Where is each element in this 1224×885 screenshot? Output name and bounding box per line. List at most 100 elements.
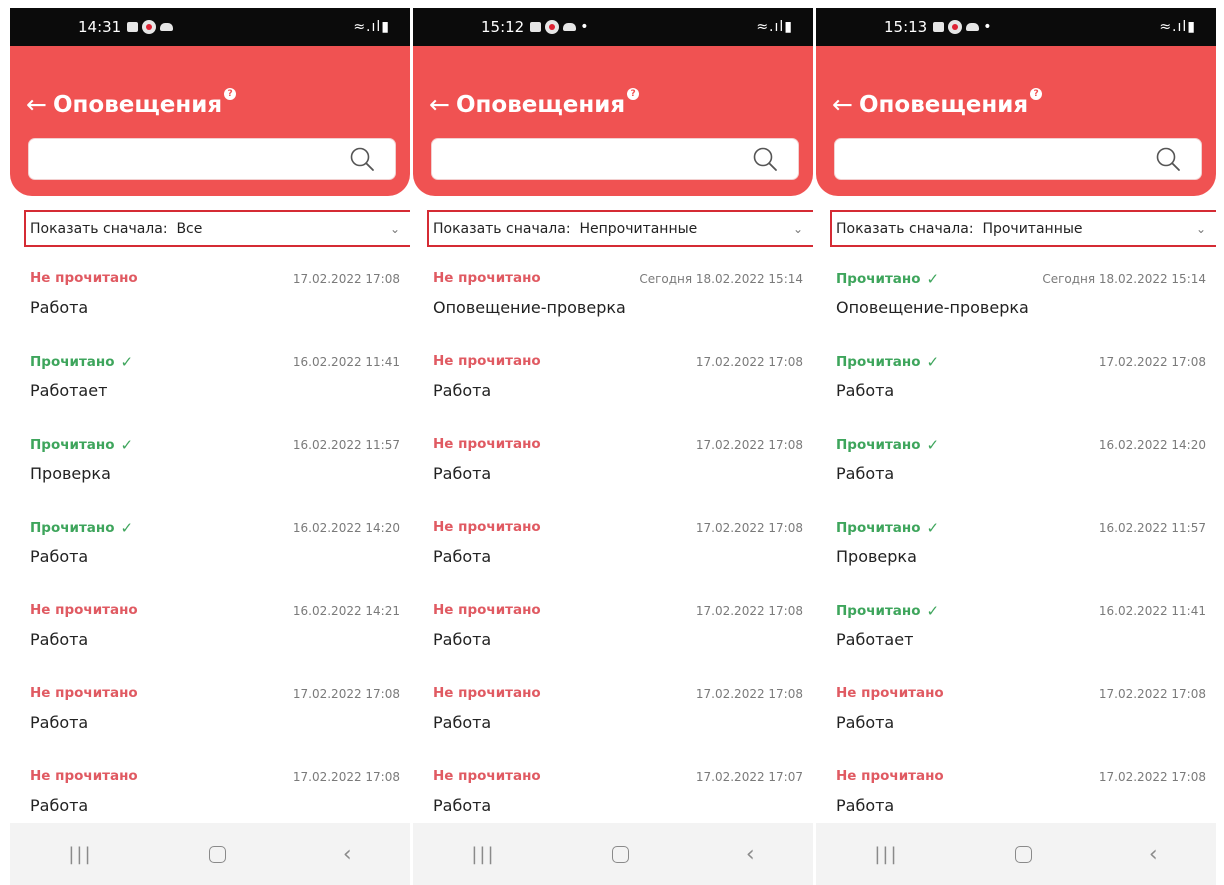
notification-item[interactable]: Не прочитано 17.02.2022 17:08 Работа xyxy=(413,341,813,424)
notification-title: Оповещение-проверка xyxy=(836,298,1029,317)
chevron-down-icon[interactable]: ⌄ xyxy=(1196,222,1206,236)
back-arrow-icon[interactable]: ← xyxy=(26,90,47,120)
notification-icons: • xyxy=(530,19,589,35)
notification-date: 17.02.2022 17:08 xyxy=(1098,770,1206,784)
notification-item[interactable]: Прочитано ✓ 16.02.2022 14:20 Работа xyxy=(10,507,410,590)
sort-filter-dropdown[interactable]: Показать сначала: Непрочитанные ⌄ xyxy=(427,210,813,247)
notification-item[interactable]: Не прочитано 17.02.2022 17:08 Работа xyxy=(413,673,813,756)
dot-icon: • xyxy=(580,19,589,35)
app-badge-icon xyxy=(142,20,157,34)
read-status: Не прочитано xyxy=(30,270,138,286)
notification-item[interactable]: Не прочитано 16.02.2022 14:21 Работа xyxy=(10,590,410,673)
notification-title: Работает xyxy=(30,381,108,400)
battery-icon: ▮ xyxy=(784,19,793,35)
search-icon[interactable] xyxy=(1155,146,1181,172)
notification-date: 16.02.2022 11:41 xyxy=(1098,604,1206,618)
notification-title: Работа xyxy=(836,381,895,400)
notification-title: Работа xyxy=(30,298,89,317)
notification-item[interactable]: Не прочитано Сегодня 18.02.2022 15:14 Оп… xyxy=(413,258,813,341)
home-icon[interactable] xyxy=(209,845,227,863)
status-bar-left: 15:12 • xyxy=(481,18,589,36)
notification-title: Работа xyxy=(433,464,492,483)
check-icon: ✓ xyxy=(120,519,134,537)
phone-screen: 14:31 ≈.ıl▮ ← Оповещения ? Показать снач… xyxy=(10,8,410,885)
sort-filter-dropdown[interactable]: Показать сначала: Все ⌄ xyxy=(24,210,410,247)
notification-item[interactable]: Прочитано ✓ 16.02.2022 14:20 Работа xyxy=(816,424,1216,507)
battery-icon: ▮ xyxy=(381,19,390,35)
signal-battery-icons: ≈.ıl▮ xyxy=(353,19,390,35)
read-status: Не прочитано xyxy=(30,685,138,701)
notification-item[interactable]: Прочитано ✓ 16.02.2022 11:41 Работает xyxy=(10,341,410,424)
read-status: Прочитано ✓ xyxy=(836,602,940,620)
sort-filter-dropdown[interactable]: Показать сначала: Прочитанные ⌄ xyxy=(830,210,1216,247)
help-icon[interactable]: ? xyxy=(627,88,640,100)
signal-icon: .ıl xyxy=(1172,19,1188,35)
search-box[interactable] xyxy=(834,138,1202,180)
search-input[interactable] xyxy=(835,139,1159,179)
notification-date: 16.02.2022 14:20 xyxy=(1098,438,1206,452)
app-badge-icon xyxy=(545,20,560,34)
notification-icons xyxy=(127,20,174,34)
notification-item[interactable]: Не прочитано 17.02.2022 17:08 Работа xyxy=(413,590,813,673)
notification-date: 16.02.2022 14:21 xyxy=(292,604,400,618)
notification-date: 17.02.2022 17:08 xyxy=(695,687,803,701)
notification-date: 16.02.2022 14:20 xyxy=(292,521,400,535)
cloud-icon xyxy=(966,23,980,31)
recent-apps-icon[interactable]: ||| xyxy=(471,844,495,865)
notification-date: 17.02.2022 17:08 xyxy=(695,604,803,618)
nav-back-icon[interactable]: ‹ xyxy=(343,842,352,867)
check-icon: ✓ xyxy=(120,436,134,454)
read-status: Не прочитано xyxy=(30,768,138,784)
search-box[interactable] xyxy=(431,138,799,180)
notification-item[interactable]: Не прочитано 17.02.2022 17:08 Работа xyxy=(10,673,410,756)
cloud-icon xyxy=(160,23,174,31)
system-nav-bar: ||| ‹ xyxy=(10,823,410,885)
chevron-down-icon[interactable]: ⌄ xyxy=(793,222,803,236)
read-status: Прочитано ✓ xyxy=(836,270,940,288)
back-arrow-icon[interactable]: ← xyxy=(832,90,853,120)
page-title: Оповещения xyxy=(52,92,223,118)
search-icon[interactable] xyxy=(349,146,375,172)
search-icon[interactable] xyxy=(752,146,778,172)
notification-item[interactable]: Не прочитано 17.02.2022 17:08 Работа xyxy=(413,424,813,507)
nav-back-icon[interactable]: ‹ xyxy=(746,842,755,867)
recent-apps-icon[interactable]: ||| xyxy=(68,844,92,865)
title-row: ← Оповещения ? xyxy=(26,88,237,120)
notification-item[interactable]: Прочитано ✓ 16.02.2022 11:57 Проверка xyxy=(10,424,410,507)
notification-item[interactable]: Прочитано ✓ 16.02.2022 11:41 Работает xyxy=(816,590,1216,673)
search-input[interactable] xyxy=(29,139,353,179)
status-bar: 14:31 ≈.ıl▮ xyxy=(10,8,410,46)
title-row: ← Оповещения ? xyxy=(429,88,640,120)
notification-item[interactable]: Не прочитано 17.02.2022 17:08 Работа xyxy=(816,673,1216,756)
chevron-down-icon[interactable]: ⌄ xyxy=(390,222,400,236)
notification-title: Проверка xyxy=(836,547,917,566)
status-bar-left: 15:13 • xyxy=(884,18,992,36)
notification-item[interactable]: Прочитано ✓ 16.02.2022 11:57 Проверка xyxy=(816,507,1216,590)
phone-screen: 15:12 • ≈.ıl▮ ← Оповещения ? Показать сн… xyxy=(413,8,813,885)
back-arrow-icon[interactable]: ← xyxy=(429,90,450,120)
notification-title: Работа xyxy=(433,381,492,400)
notification-item[interactable]: Прочитано ✓ 17.02.2022 17:08 Работа xyxy=(816,341,1216,424)
nav-back-icon[interactable]: ‹ xyxy=(1149,842,1158,867)
home-icon[interactable] xyxy=(1015,845,1033,863)
search-input[interactable] xyxy=(432,139,756,179)
page-title: Оповещения xyxy=(455,92,626,118)
check-icon: ✓ xyxy=(120,353,134,371)
system-nav-bar: ||| ‹ xyxy=(816,823,1216,885)
notification-item[interactable]: Не прочитано 17.02.2022 17:08 Работа xyxy=(413,507,813,590)
help-icon[interactable]: ? xyxy=(1030,88,1043,100)
recent-apps-icon[interactable]: ||| xyxy=(874,844,898,865)
search-box[interactable] xyxy=(28,138,396,180)
app-header: ← Оповещения ? xyxy=(816,46,1216,196)
wifi-icon: ≈ xyxy=(353,19,367,35)
wifi-icon: ≈ xyxy=(1159,19,1173,35)
help-icon[interactable]: ? xyxy=(224,88,237,100)
status-time: 14:31 xyxy=(78,18,122,36)
home-icon[interactable] xyxy=(612,845,630,863)
read-status: Не прочитано xyxy=(836,768,944,784)
notification-item[interactable]: Не прочитано 17.02.2022 17:08 Работа xyxy=(10,258,410,341)
notification-item[interactable]: Прочитано ✓ Сегодня 18.02.2022 15:14 Опо… xyxy=(816,258,1216,341)
app-badge-icon xyxy=(948,20,963,34)
read-status: Прочитано ✓ xyxy=(30,353,134,371)
status-time: 15:13 xyxy=(884,18,928,36)
